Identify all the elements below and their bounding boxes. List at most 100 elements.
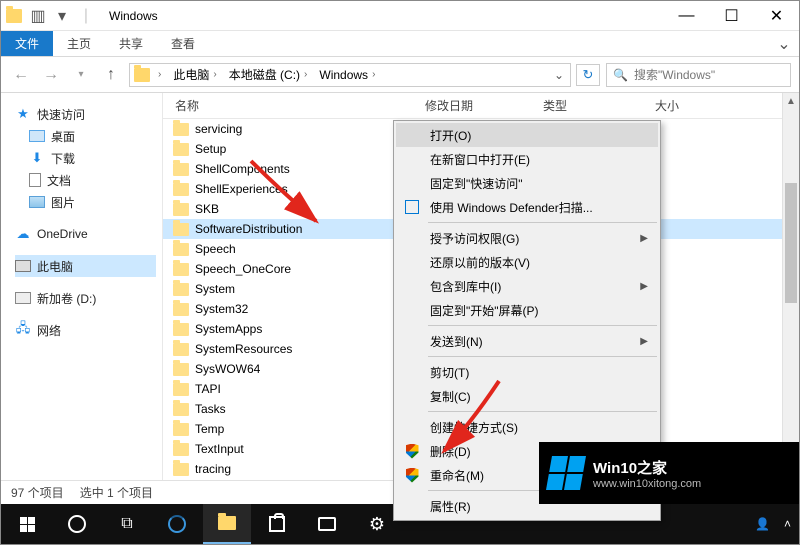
- start-button[interactable]: [3, 504, 51, 544]
- scroll-thumb[interactable]: [785, 183, 797, 303]
- address-dropdown[interactable]: ⌄: [548, 68, 570, 82]
- disk-icon: [15, 292, 31, 304]
- folder-icon: [173, 403, 189, 416]
- ctx-open-new-window[interactable]: 在新窗口中打开(E): [396, 147, 658, 171]
- tree-this-pc[interactable]: 此电脑: [15, 255, 156, 277]
- ctx-include-library[interactable]: 包含到库中(I)▶: [396, 274, 658, 298]
- tree-desktop[interactable]: 桌面: [15, 125, 156, 147]
- separator: [428, 222, 657, 223]
- address-bar[interactable]: › 此电脑› 本地磁盘 (C:)› Windows› ⌄: [129, 63, 571, 87]
- file-name: System32: [195, 302, 248, 316]
- minimize-button[interactable]: —: [664, 1, 709, 30]
- col-type[interactable]: 类型: [531, 97, 643, 114]
- ctx-pin-quick-access[interactable]: 固定到"快速访问": [396, 171, 658, 195]
- window-title: Windows: [109, 9, 158, 23]
- file-name: SystemApps: [195, 322, 262, 336]
- column-headers[interactable]: 名称 修改日期 类型 大小: [163, 93, 799, 119]
- windows-icon: [546, 456, 586, 490]
- taskview-button[interactable]: ⧉: [103, 504, 151, 544]
- tree-downloads[interactable]: ⬇下载: [15, 147, 156, 169]
- file-name: servicing: [195, 122, 242, 136]
- ctx-cut[interactable]: 剪切(T): [396, 360, 658, 384]
- ctx-send-to[interactable]: 发送到(N)▶: [396, 329, 658, 353]
- desktop-icon: [29, 130, 45, 142]
- scrollbar-vertical[interactable]: ▲ ▼: [782, 93, 799, 480]
- separator: [428, 356, 657, 357]
- qat-properties-icon[interactable]: ▥: [27, 5, 49, 27]
- status-selection: 选中 1 个项目: [80, 484, 153, 501]
- col-name[interactable]: 名称: [163, 97, 413, 114]
- nav-tree[interactable]: ★快速访问 桌面 ⬇下载 文档 图片 ☁OneDrive 此电脑 新加卷 (D:…: [1, 93, 163, 480]
- up-button[interactable]: ↑: [99, 63, 123, 87]
- ctx-restore-previous[interactable]: 还原以前的版本(V): [396, 250, 658, 274]
- folder-icon: [173, 263, 189, 276]
- file-tab[interactable]: 文件: [1, 31, 53, 56]
- pc-icon: [15, 260, 31, 272]
- tray-people-icon[interactable]: 👤: [755, 517, 770, 531]
- qat-dropdown-icon[interactable]: ▾: [51, 5, 73, 27]
- chevron-right-icon: ›: [158, 69, 161, 80]
- shield-icon: [404, 443, 420, 459]
- tray-overflow-icon[interactable]: ˄: [784, 517, 791, 531]
- folder-icon: [173, 223, 189, 236]
- ctx-defender-scan[interactable]: 使用 Windows Defender扫描...: [396, 195, 658, 219]
- ribbon-tabs: 文件 主页 共享 查看 ⌄: [1, 31, 799, 57]
- folder-icon: [173, 283, 189, 296]
- chevron-right-icon: ›: [213, 69, 216, 80]
- recent-dropdown[interactable]: ▾: [69, 63, 93, 87]
- title-bar: ▥ ▾ | Windows — ☐ ✕: [1, 1, 799, 31]
- system-tray[interactable]: 👤 ˄: [755, 517, 797, 531]
- folder-icon: [218, 516, 236, 530]
- separator: [428, 411, 657, 412]
- breadcrumb-seg[interactable]: 此电脑›: [165, 64, 220, 86]
- close-button[interactable]: ✕: [754, 1, 799, 30]
- file-name: tracing: [195, 462, 231, 476]
- ctx-copy[interactable]: 复制(C): [396, 384, 658, 408]
- forward-button[interactable]: →: [39, 63, 63, 87]
- scroll-up-icon[interactable]: ▲: [783, 93, 799, 110]
- breadcrumb-seg[interactable]: 本地磁盘 (C:)›: [221, 64, 312, 86]
- tree-quick-access[interactable]: ★快速访问: [15, 103, 156, 125]
- store-button[interactable]: [253, 504, 301, 544]
- refresh-button[interactable]: ↻: [576, 64, 600, 86]
- file-name: Setup: [195, 142, 226, 156]
- tab-view[interactable]: 查看: [157, 31, 209, 56]
- tree-pictures[interactable]: 图片: [15, 191, 156, 213]
- explorer-button[interactable]: [203, 504, 251, 544]
- file-name: Temp: [195, 422, 224, 436]
- folder-icon: [173, 183, 189, 196]
- mail-button[interactable]: [303, 504, 351, 544]
- maximize-button[interactable]: ☐: [709, 1, 754, 30]
- ctx-pin-start[interactable]: 固定到"开始"屏幕(P): [396, 298, 658, 322]
- shield-icon: [404, 467, 420, 483]
- edge-button[interactable]: [153, 504, 201, 544]
- file-name: Tasks: [195, 402, 226, 416]
- breadcrumb-seg[interactable]: Windows›: [311, 64, 379, 86]
- tab-share[interactable]: 共享: [105, 31, 157, 56]
- gear-icon: ⚙: [369, 514, 385, 535]
- tab-home[interactable]: 主页: [53, 31, 105, 56]
- tree-onedrive[interactable]: ☁OneDrive: [15, 223, 156, 245]
- tree-documents[interactable]: 文档: [15, 169, 156, 191]
- folder-icon: [173, 123, 189, 136]
- nav-row: ← → ▾ ↑ › 此电脑› 本地磁盘 (C:)› Windows› ⌄ ↻ 🔍…: [1, 57, 799, 93]
- chat-icon: [318, 517, 336, 531]
- tree-drive-d[interactable]: 新加卷 (D:): [15, 287, 156, 309]
- breadcrumb-root[interactable]: ›: [150, 64, 165, 86]
- ribbon-collapse-button[interactable]: ⌄: [769, 31, 799, 56]
- tree-network[interactable]: 🖧网络: [15, 319, 156, 341]
- folder-icon: [173, 323, 189, 336]
- separator: [428, 325, 657, 326]
- ctx-create-shortcut[interactable]: 创建快捷方式(S): [396, 415, 658, 439]
- ctx-open[interactable]: 打开(O): [396, 123, 658, 147]
- file-name: SKB: [195, 202, 219, 216]
- col-size[interactable]: 大小: [643, 97, 723, 114]
- col-date[interactable]: 修改日期: [413, 97, 531, 114]
- cortana-button[interactable]: [53, 504, 101, 544]
- search-box[interactable]: 🔍 搜索"Windows": [606, 63, 791, 87]
- search-placeholder: 搜索"Windows": [634, 66, 715, 83]
- cortana-icon: [68, 515, 86, 533]
- chevron-right-icon: ›: [372, 69, 375, 80]
- ctx-grant-access[interactable]: 授予访问权限(G)▶: [396, 226, 658, 250]
- back-button[interactable]: ←: [9, 63, 33, 87]
